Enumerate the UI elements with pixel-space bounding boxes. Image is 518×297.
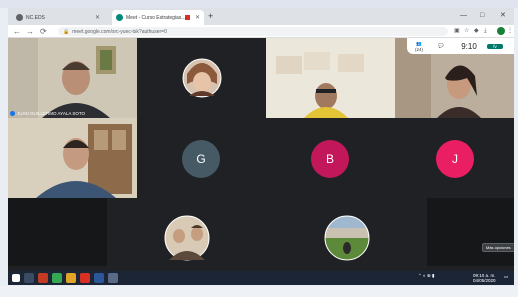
reload-button[interactable]: ⟳ [40,26,47,37]
chrome-icon[interactable] [52,273,62,283]
app-icon-red[interactable] [38,273,48,283]
lock-icon: 🔒 [63,28,70,35]
participant-video [266,38,395,118]
camera-permission-icon[interactable]: ▣ [454,27,460,36]
close-window-button[interactable]: ✕ [500,11,506,21]
minimize-button[interactable]: — [460,11,467,21]
tab-strip: NC.EDS ✕ Meet - Curso Estrategias... ✕ +… [8,8,514,25]
participant-tile-2[interactable] [137,38,266,118]
participants-button[interactable]: 👥 (24) [407,41,431,52]
tab-label: NC.EDS [26,14,45,21]
app-icon-gray[interactable] [108,273,118,283]
recording-indicator-icon [184,15,190,20]
desktop-bottom-strip [0,286,518,297]
tab-label: Meet - Curso Estrategias... [126,14,185,21]
participant-avatar-photo [324,215,370,261]
participant-tile-3[interactable] [266,38,395,118]
maximize-button[interactable]: □ [480,11,484,21]
participant-initial-avatar: B [311,140,349,178]
participant-avatar-photo [164,215,210,261]
participant-tile-7[interactable] [8,198,107,266]
notification-icon[interactable]: ▭ [504,274,508,279]
participant-initial: J [452,152,458,166]
meet-favicon-icon [116,14,123,21]
meet-grid: JUAN GUILLERMO AYALA SOTO 👥 (24) 💬 9:10 … [8,38,514,266]
file-explorer-icon[interactable] [66,273,76,283]
speaking-indicator-icon [10,111,15,116]
tray-date: 04/05/2020 [473,278,496,283]
word-icon[interactable] [94,273,104,283]
participant-tile-b[interactable]: B [266,118,395,198]
participant-video [8,118,137,198]
back-button[interactable]: ← [13,26,21,37]
forward-button[interactable]: → [26,26,34,37]
bookmark-star-icon[interactable]: ☆ [464,27,469,36]
system-tray-icons[interactable]: ⌃ ◐ ⊕ ▮ [418,273,435,278]
search-icon[interactable] [24,273,34,283]
windows-taskbar: ⌃ ◐ ⊕ ▮ 09:10 a. m. 04/05/2020 ▭ [8,271,514,285]
participant-initial-avatar: J [436,140,474,178]
screen: NC.EDS ✕ Meet - Curso Estrategias... ✕ +… [0,0,518,297]
participant-tile-j[interactable]: J [395,118,514,198]
participant-tile-g[interactable]: G [137,118,266,198]
tab-meet[interactable]: Meet - Curso Estrategias... ✕ [112,10,204,25]
participant-tile-5[interactable] [8,118,137,198]
participant-tile-4[interactable]: 👥 (24) 💬 9:10 fv [395,38,514,118]
meet-top-controls: 👥 (24) 💬 9:10 fv [407,38,514,54]
tray-clock[interactable]: 09:10 a. m. 04/05/2020 [473,273,496,283]
meeting-clock: 9:10 [461,41,477,51]
more-options-tooltip: Más opciones [482,243,514,252]
site-favicon-icon [16,14,23,21]
address-bar[interactable]: 🔒 meet.google.com/src-yuec-tsk?authuser=… [58,27,448,36]
participant-tile-10[interactable] [427,198,514,266]
extension-icon[interactable]: ◆ [474,27,479,36]
user-avatar-mini[interactable]: fv [487,43,503,49]
url-text: meet.google.com/src-yuec-tsk?authuser=0 [72,28,167,35]
participant-initial-avatar: G [182,140,220,178]
participant-name-tag: JUAN GUILLERMO AYALA SOTO [10,111,85,116]
participant-tile-juan[interactable]: JUAN GUILLERMO AYALA SOTO [8,38,137,118]
chat-icon: 💬 [438,43,444,48]
participant-initial: B [325,152,334,166]
profile-avatar[interactable] [497,27,505,35]
chat-button[interactable]: 💬 [431,43,451,49]
participant-video [8,38,137,118]
menu-kebab-icon[interactable]: ⋮ [507,27,513,36]
participants-count: (24) [414,46,423,52]
browser-toolbar: ← → ⟳ 🔒 meet.google.com/src-yuec-tsk?aut… [8,25,514,38]
participant-initial: G [196,152,206,166]
participant-tile-8[interactable] [107,198,267,266]
new-tab-button[interactable]: + [208,11,213,22]
participant-tile-9[interactable] [267,198,427,266]
participant-name: JUAN GUILLERMO AYALA SOTO [17,111,86,116]
tab-nc-eds[interactable]: NC.EDS ✕ [12,10,104,25]
download-icon[interactable]: ⤓ [484,27,487,36]
participant-avatar-photo [182,58,222,98]
app-icon-red-2[interactable] [80,273,90,283]
desktop-top-strip [0,0,518,8]
close-tab-icon[interactable]: ✕ [95,14,100,21]
chrome-window: NC.EDS ✕ Meet - Curso Estrategias... ✕ +… [8,8,514,280]
close-tab-icon[interactable]: ✕ [195,14,200,21]
start-button[interactable] [12,274,20,282]
